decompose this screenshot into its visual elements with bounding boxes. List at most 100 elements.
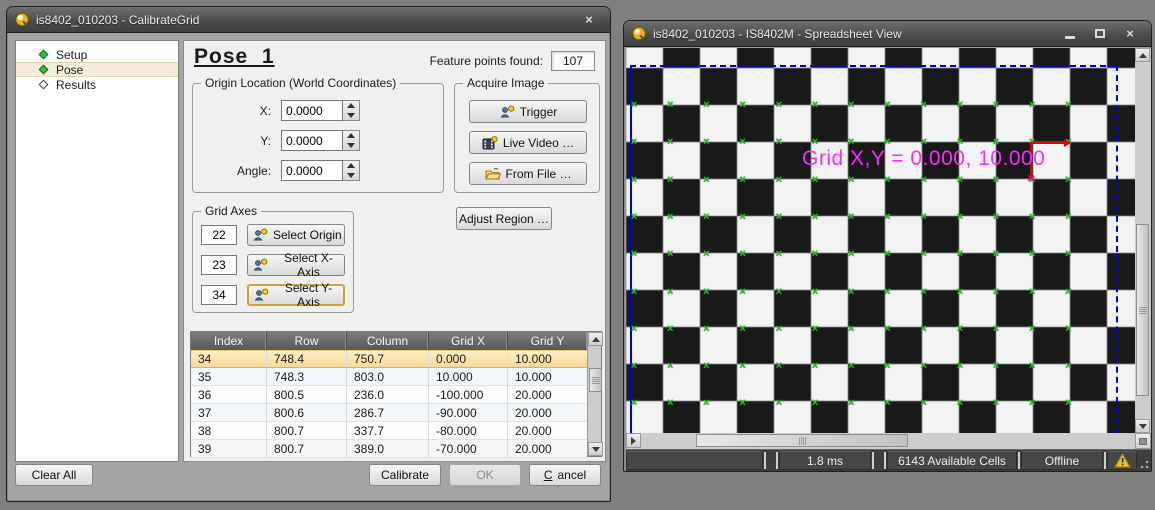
horizontal-scrollbar[interactable] [626,433,1135,449]
status-segment-empty [626,451,763,470]
feature-mark-icon: × [739,250,745,258]
status-warning[interactable] [1107,451,1137,470]
feature-mark-icon: × [1065,399,1071,407]
adjust-region-button[interactable]: Adjust Region … [456,207,552,230]
tree-item-setup[interactable]: Setup [16,47,178,62]
feature-mark-icon: × [776,176,782,184]
scroll-up-icon[interactable] [1135,48,1150,62]
scroll-up-icon[interactable] [588,332,603,346]
feature-mark-icon: × [957,176,963,184]
feature-points-label: Feature points found: [430,54,543,68]
scrollbar-corner-box[interactable] [1135,433,1151,449]
table-row[interactable]: 39 800.7 389.0 -70.000 20.000 [191,440,587,458]
resize-grip[interactable] [1137,450,1151,471]
feature-mark-icon: × [739,399,745,407]
feature-mark-icon: × [1029,101,1035,109]
angle-field[interactable] [281,160,343,181]
y-spinner[interactable] [343,130,360,151]
select-x-axis-button[interactable]: Select X-Axis [247,254,345,276]
from-file-button[interactable]: From File … [469,162,587,185]
scrollbar-thumb[interactable] [589,368,602,392]
col-header-grid-y[interactable]: Grid Y [508,332,587,350]
table-row[interactable]: 38 800.7 337.7 -80.000 20.000 [191,422,587,440]
calibration-image[interactable]: ××××××××××××××××××××××××××××××××××××××××… [626,48,1135,433]
live-video-button[interactable]: Live Video … [469,131,587,154]
origin-cell-field[interactable] [201,225,237,245]
table-row[interactable]: 34 748.4 750.7 0.000 10.000 [191,350,587,368]
feature-mark-icon: × [739,101,745,109]
feature-mark-icon: × [957,399,963,407]
grid-coordinates-label: Grid X,Y = 0.000, 10.000 [802,147,1045,171]
feature-mark-icon: × [703,399,709,407]
feature-mark-icon: × [776,288,782,296]
close-icon[interactable]: × [576,11,602,29]
feature-mark-icon: × [1029,213,1035,221]
x-axis-cell-field[interactable] [201,255,237,275]
calibrate-grid-dialog: is8402_010203 - CalibrateGrid × Setup Po… [6,6,611,502]
minimize-icon[interactable] [1057,25,1083,43]
cell-row: 800.6 [267,404,347,421]
cell-grid-y: 20.000 [508,422,587,439]
feature-mark-icon: × [631,101,637,109]
angle-spinner[interactable] [343,160,360,181]
cell-column: 286.7 [347,404,429,421]
x-spinner[interactable] [343,100,360,121]
feature-mark-icon: × [1029,250,1035,258]
cell-grid-y: 20.000 [508,404,587,421]
feature-mark-icon: × [1029,362,1035,370]
status-separator [776,452,778,469]
col-header-index[interactable]: Index [191,332,267,350]
y-axis-cell-field[interactable] [201,285,237,305]
scroll-down-icon[interactable] [1135,419,1150,433]
feature-mark-icon: × [993,101,999,109]
scroll-right-icon[interactable] [626,433,641,448]
table-row[interactable]: 35 748.3 803.0 10.000 10.000 [191,368,587,386]
button-label: Trigger [520,105,558,119]
status-separator [1104,452,1106,469]
vertical-scrollbar[interactable] [1135,48,1151,433]
spreadsheet-titlebar[interactable]: is8402_010203 - IS8402M - Spreadsheet Vi… [624,21,1151,47]
status-acquisition-time: 1.8 ms [779,451,871,470]
clear-all-button[interactable]: Clear All [15,464,93,486]
ok-button: OK [449,464,521,486]
feature-mark-icon: × [776,101,782,109]
col-header-column[interactable]: Column [347,332,429,350]
feature-mark-icon: × [1065,362,1071,370]
table-row[interactable]: 36 800.5 236.0 -100.000 20.000 [191,386,587,404]
app-icon [15,12,30,27]
y-field[interactable] [281,130,343,151]
feature-mark-icon: × [631,325,637,333]
tree-item-pose[interactable]: Pose [16,62,178,77]
x-field[interactable] [281,100,343,121]
col-header-row[interactable]: Row [267,332,347,350]
cell-index: 37 [191,404,267,421]
calibrate-titlebar[interactable]: is8402_010203 - CalibrateGrid × [7,7,610,33]
table-row[interactable]: 37 800.6 286.7 -90.000 20.000 [191,404,587,422]
page-title: Pose 1 [194,45,275,69]
feature-mark-icon: × [776,138,782,146]
feature-mark-icon: × [1065,325,1071,333]
close-icon[interactable]: × [1117,25,1143,43]
scrollbar-thumb[interactable] [696,434,908,447]
cancel-button[interactable]: Cancel [529,464,601,486]
button-label: Select X-Axis [273,251,344,279]
col-header-grid-x[interactable]: Grid X [429,332,508,350]
select-origin-button[interactable]: Select Origin [247,224,345,246]
feature-mark-icon: × [1065,213,1071,221]
select-y-axis-button[interactable]: Select Y-Axis [247,284,345,306]
feature-mark-icon: × [739,325,745,333]
trigger-button[interactable]: Trigger [469,100,587,123]
cell-row: 748.3 [267,368,347,385]
spreadsheet-view-window: is8402_010203 - IS8402M - Spreadsheet Vi… [623,20,1152,472]
scroll-down-icon[interactable] [588,442,603,456]
tree-item-results[interactable]: Results [16,77,178,92]
feature-mark-icon: × [1065,288,1071,296]
cell-grid-x: -70.000 [429,440,508,457]
maximize-icon[interactable] [1087,25,1113,43]
feature-mark-icon: × [703,213,709,221]
feature-mark-icon: × [776,250,782,258]
calibrate-button[interactable]: Calibrate [369,464,441,486]
acquire-image-group: Acquire Image Trigger Live Video … [454,83,600,193]
scrollbar-thumb[interactable] [1136,224,1149,396]
table-scrollbar[interactable] [587,332,601,456]
